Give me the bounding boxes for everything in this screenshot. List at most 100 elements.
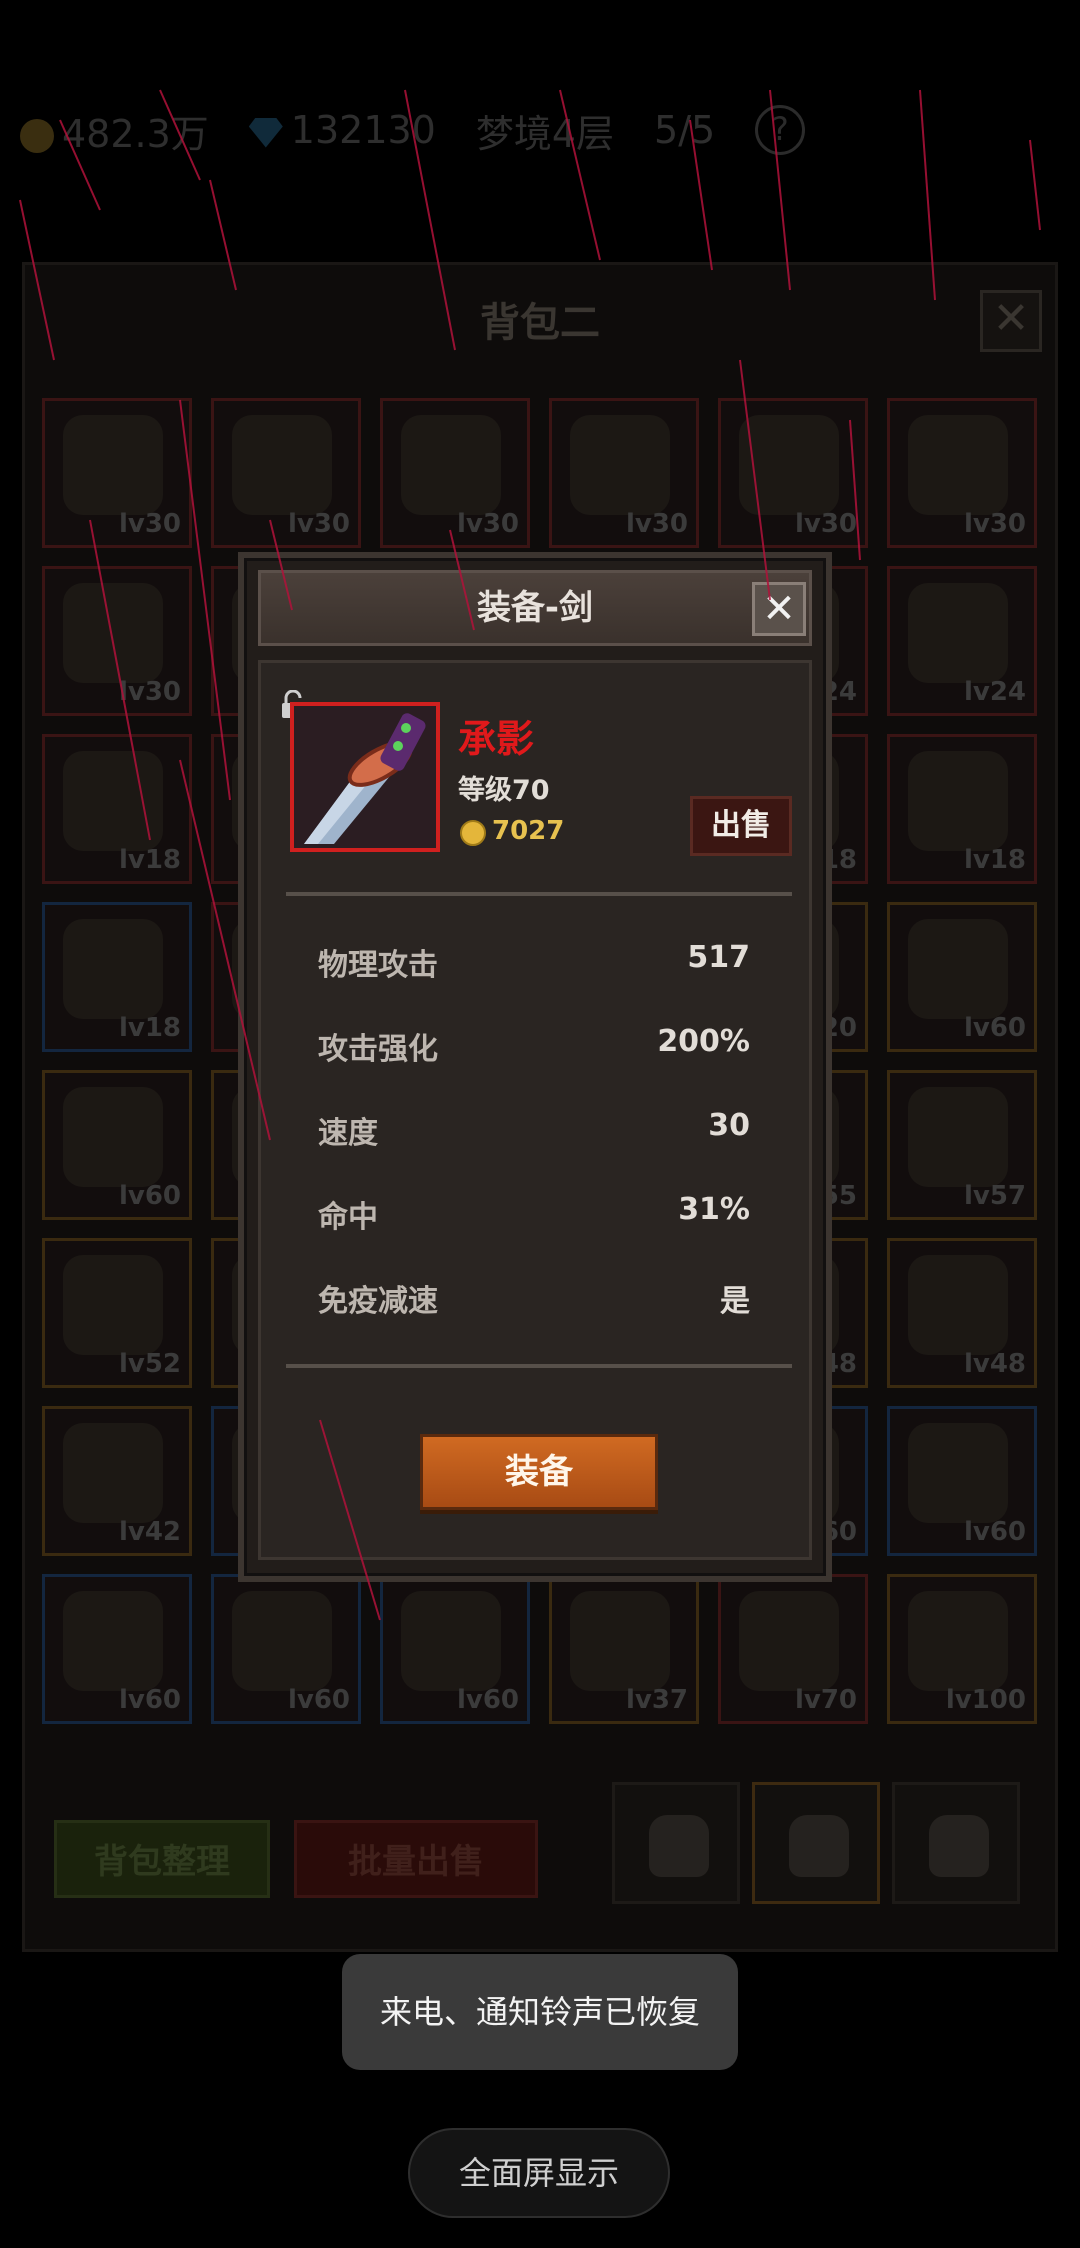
stat-value: 200% bbox=[657, 1024, 750, 1059]
item-icon bbox=[63, 1423, 163, 1523]
slot-level: lv60 bbox=[287, 1685, 350, 1715]
bag-title: 背包二 bbox=[480, 300, 600, 346]
item-icon bbox=[63, 919, 163, 1019]
divider bbox=[286, 1364, 792, 1368]
inventory-slot[interactable]: lv18 bbox=[42, 734, 192, 884]
inventory-slot[interactable]: lv37 bbox=[549, 1574, 699, 1724]
item-icon bbox=[908, 919, 1008, 1019]
item-icon bbox=[232, 415, 332, 515]
sword-icon bbox=[294, 706, 436, 848]
item-icon bbox=[908, 1087, 1008, 1187]
item-portrait bbox=[290, 702, 440, 852]
inventory-slot[interactable]: lv30 bbox=[42, 398, 192, 548]
slot-level: lv30 bbox=[625, 509, 688, 539]
fullscreen-button[interactable]: 全面屏显示 bbox=[408, 2128, 670, 2218]
top-hud: 482.3万 132130 梦境4层 5/5 ? bbox=[0, 80, 1080, 180]
dialog-title: 装备-剑 bbox=[476, 588, 594, 628]
item-icon bbox=[63, 1255, 163, 1355]
inventory-slot[interactable]: lv52 bbox=[42, 1238, 192, 1388]
inventory-slot[interactable]: lv24 bbox=[887, 566, 1037, 716]
slot-level: lv18 bbox=[963, 845, 1026, 875]
bag-tab-1[interactable] bbox=[612, 1782, 740, 1904]
item-name: 承影 bbox=[458, 717, 535, 761]
item-level: 等级70 bbox=[458, 775, 550, 806]
coin-icon bbox=[20, 119, 54, 153]
item-icon bbox=[63, 751, 163, 851]
dialog-close-button[interactable]: ✕ bbox=[752, 582, 806, 636]
inventory-slot[interactable]: lv30 bbox=[380, 398, 530, 548]
inventory-slot[interactable]: lv18 bbox=[887, 734, 1037, 884]
skull-counter: 5/5 bbox=[654, 108, 716, 152]
inventory-slot[interactable]: lv30 bbox=[718, 398, 868, 548]
slot-level: lv30 bbox=[456, 509, 519, 539]
slot-level: lv37 bbox=[625, 1685, 688, 1715]
slot-level: lv100 bbox=[945, 1685, 1026, 1715]
inventory-slot[interactable]: lv57 bbox=[887, 1070, 1037, 1220]
item-icon bbox=[908, 415, 1008, 515]
backpack-icon bbox=[649, 1815, 709, 1877]
inventory-slot[interactable]: lv30 bbox=[211, 398, 361, 548]
inventory-slot[interactable]: lv60 bbox=[380, 1574, 530, 1724]
inventory-slot[interactable]: lv60 bbox=[887, 902, 1037, 1052]
stat-label: 命中 bbox=[318, 1200, 378, 1235]
item-icon bbox=[908, 751, 1008, 851]
item-icon bbox=[739, 415, 839, 515]
stat-label: 免疫减速 bbox=[318, 1284, 438, 1319]
inventory-slot[interactable]: lv30 bbox=[42, 566, 192, 716]
inventory-slot[interactable]: lv30 bbox=[549, 398, 699, 548]
item-icon bbox=[63, 1087, 163, 1187]
item-icon bbox=[570, 1591, 670, 1691]
inventory-slot[interactable]: lv48 bbox=[887, 1238, 1037, 1388]
gem-icon bbox=[248, 117, 283, 148]
slot-level: lv60 bbox=[963, 1013, 1026, 1043]
sell-button[interactable]: 出售 bbox=[690, 796, 792, 856]
slot-level: lv18 bbox=[118, 845, 181, 875]
slot-level: lv30 bbox=[963, 509, 1026, 539]
equip-button[interactable]: 装备 bbox=[420, 1434, 658, 1510]
item-icon bbox=[401, 1591, 501, 1691]
stat-value: 30 bbox=[708, 1108, 750, 1143]
coin-icon bbox=[460, 820, 486, 846]
inventory-slot[interactable]: lv42 bbox=[42, 1406, 192, 1556]
slot-level: lv30 bbox=[118, 509, 181, 539]
gem-counter: 132130 bbox=[248, 108, 436, 152]
item-icon bbox=[908, 583, 1008, 683]
stat-label: 速度 bbox=[318, 1116, 378, 1151]
gold-counter: 482.3万 bbox=[20, 103, 209, 158]
backpack-icon bbox=[929, 1815, 989, 1877]
inventory-slot[interactable]: lv60 bbox=[211, 1574, 361, 1724]
slot-level: lv48 bbox=[963, 1349, 1026, 1379]
slot-level: lv30 bbox=[118, 677, 181, 707]
help-icon[interactable]: ? bbox=[755, 105, 806, 155]
slot-level: lv24 bbox=[963, 677, 1026, 707]
bag-tab-3[interactable] bbox=[892, 1782, 1020, 1904]
bag-tab-2[interactable] bbox=[752, 1782, 880, 1904]
item-icon bbox=[908, 1255, 1008, 1355]
sort-bag-button[interactable]: 背包整理 bbox=[54, 1820, 270, 1898]
inventory-slot[interactable]: lv60 bbox=[42, 1070, 192, 1220]
stat-value: 是 bbox=[720, 1284, 750, 1319]
slot-level: lv60 bbox=[118, 1685, 181, 1715]
inventory-slot[interactable]: lv60 bbox=[887, 1406, 1037, 1556]
stage-label: 梦境4层 bbox=[475, 111, 615, 156]
item-icon bbox=[63, 583, 163, 683]
inventory-slot[interactable]: lv60 bbox=[42, 1574, 192, 1724]
item-icon bbox=[908, 1591, 1008, 1691]
slot-level: lv60 bbox=[118, 1181, 181, 1211]
stat-value: 31% bbox=[678, 1192, 750, 1227]
item-icon bbox=[401, 415, 501, 515]
stat-label: 攻击强化 bbox=[318, 1032, 438, 1067]
inventory-slot[interactable]: lv18 bbox=[42, 902, 192, 1052]
inventory-slot[interactable]: lv100 bbox=[887, 1574, 1037, 1724]
slot-level: lv30 bbox=[287, 509, 350, 539]
bulk-sell-button[interactable]: 批量出售 bbox=[294, 1820, 538, 1898]
slot-level: lv60 bbox=[963, 1517, 1026, 1547]
slot-level: lv42 bbox=[118, 1517, 181, 1547]
inventory-slot[interactable]: lv70 bbox=[718, 1574, 868, 1724]
divider bbox=[286, 892, 792, 896]
inventory-slot[interactable]: lv30 bbox=[887, 398, 1037, 548]
slot-level: lv70 bbox=[794, 1685, 857, 1715]
item-price: 7027 bbox=[492, 816, 565, 846]
bag-close-button[interactable]: ✕ bbox=[980, 290, 1042, 352]
item-icon bbox=[232, 1591, 332, 1691]
